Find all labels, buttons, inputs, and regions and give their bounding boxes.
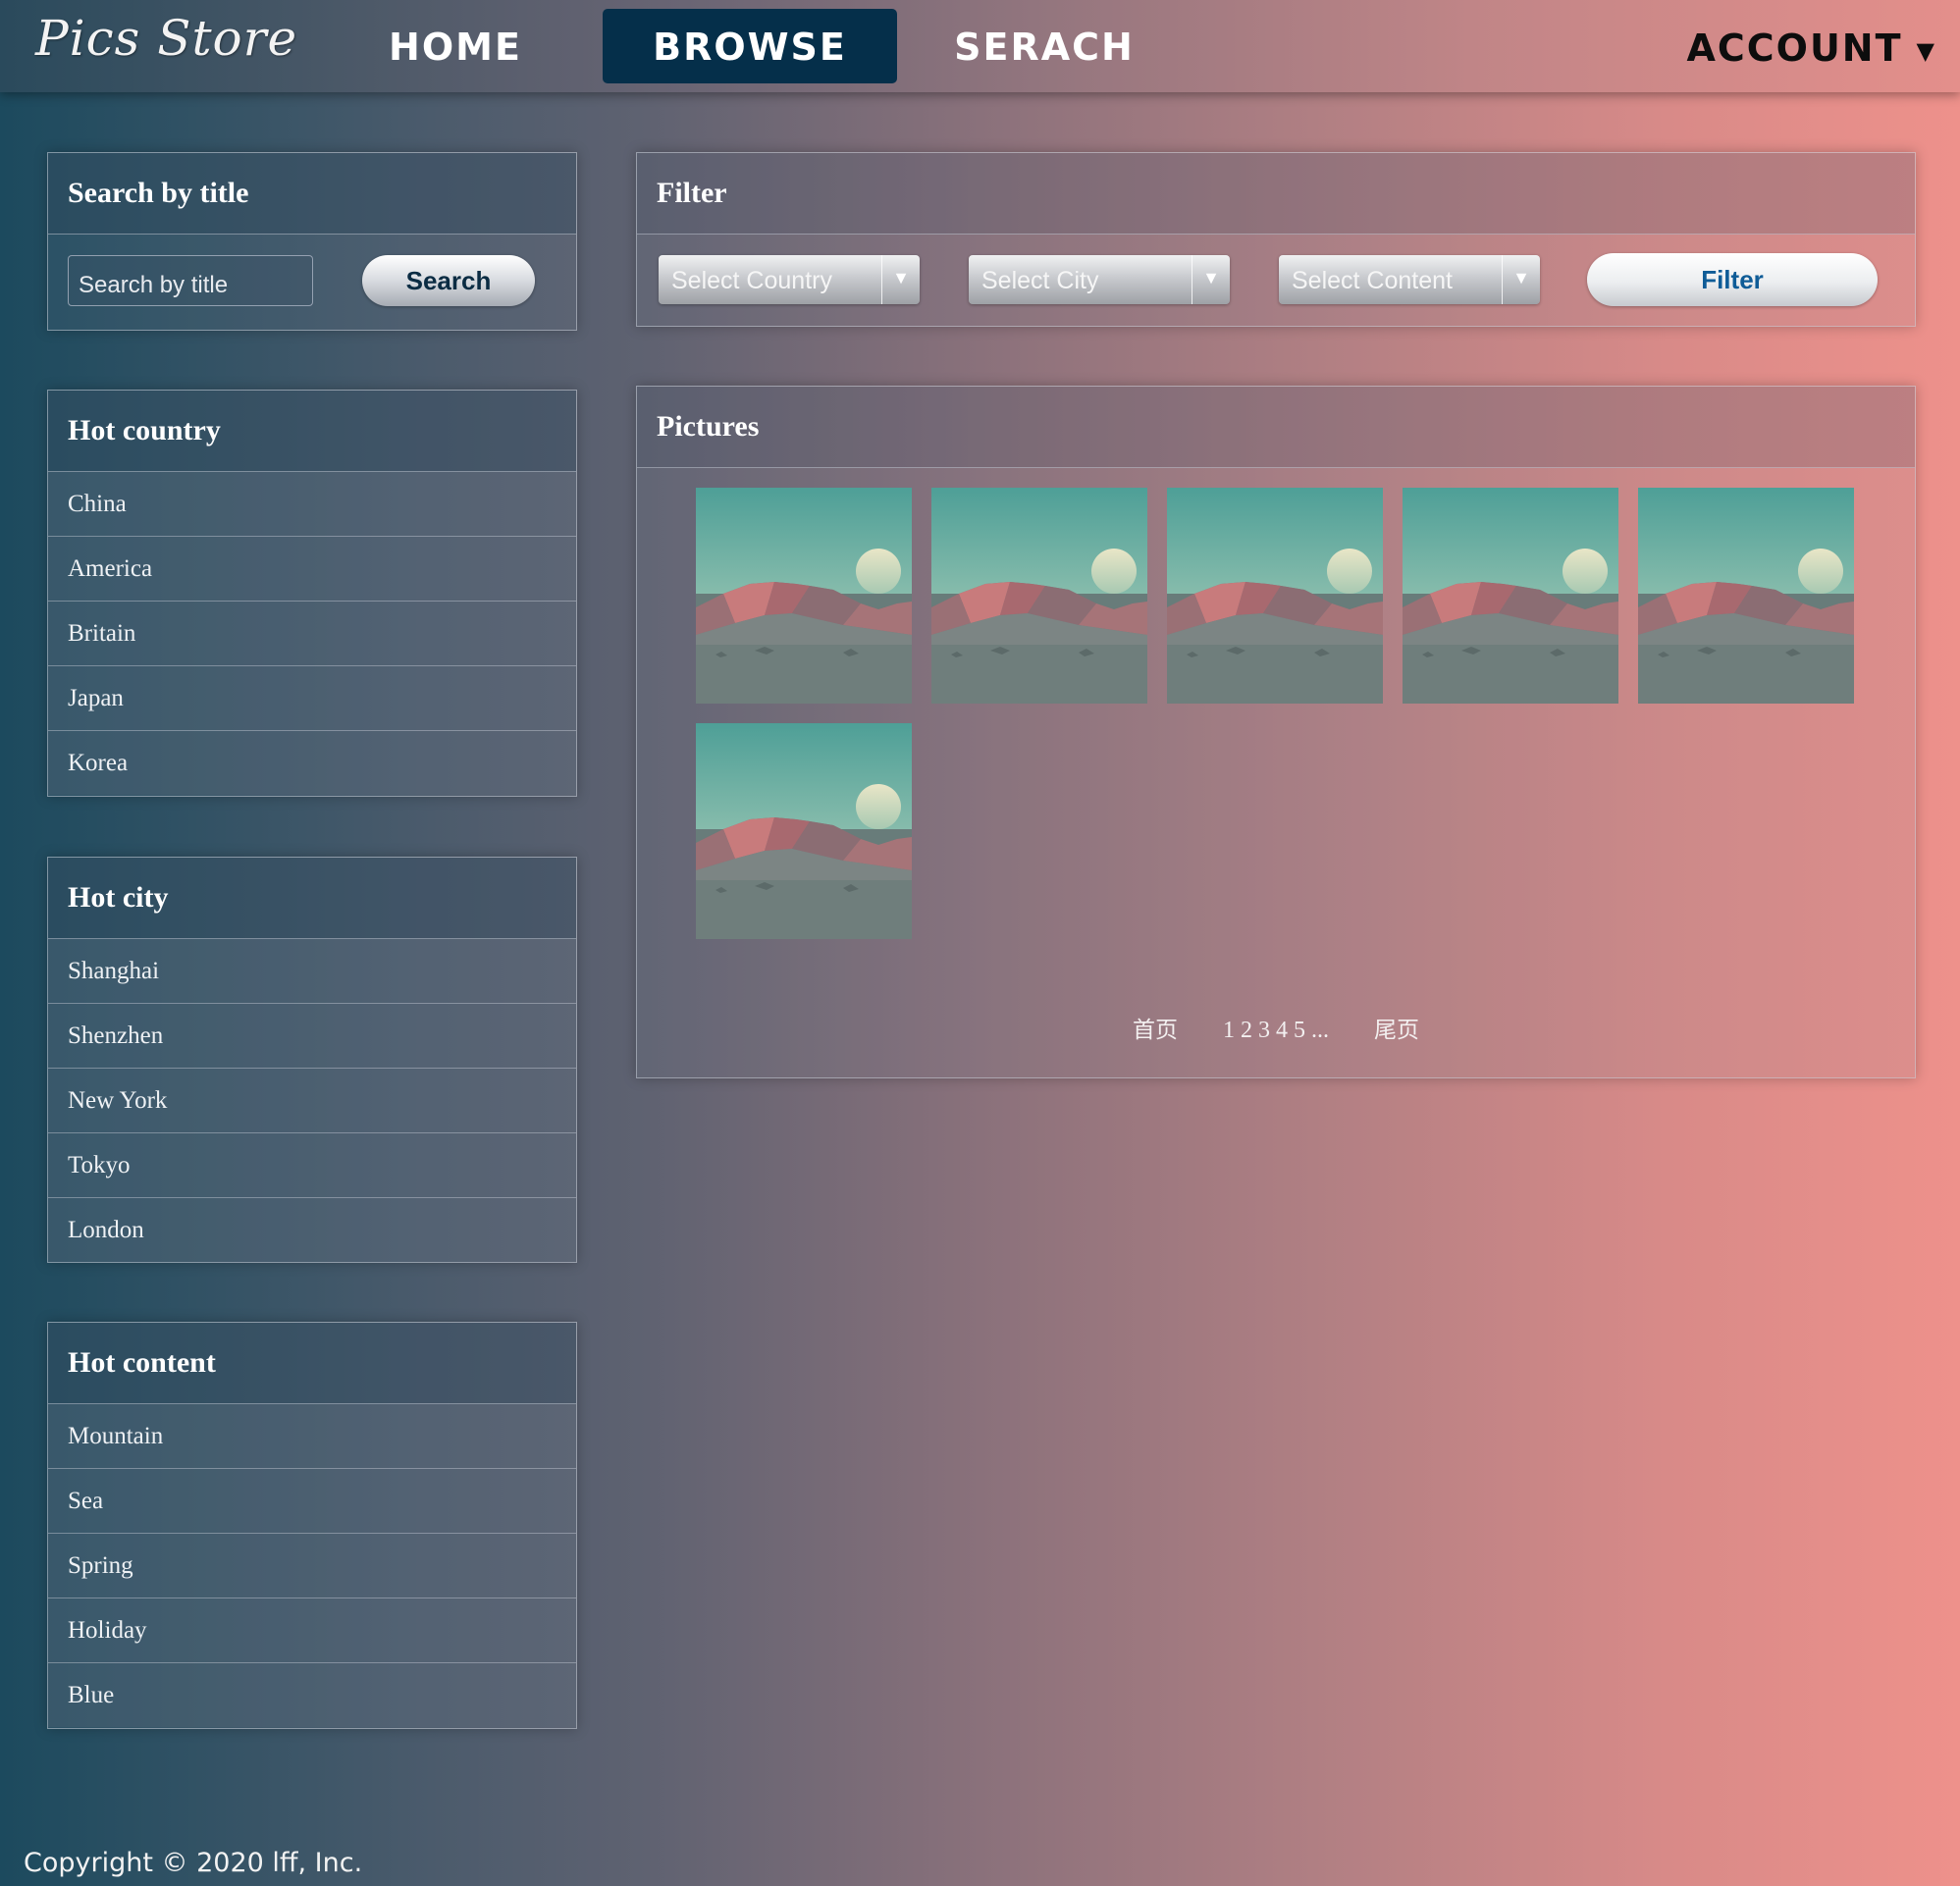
select-country[interactable]: Select Country ▼ xyxy=(659,255,920,304)
country-item[interactable]: Korea xyxy=(48,731,576,795)
dropdown-arrow-icon: ▼ xyxy=(881,255,920,304)
select-country-label: Select Country xyxy=(671,267,832,294)
picture-thumbnail[interactable] xyxy=(1638,488,1854,704)
hot-city-panel: Hot city Shanghai Shenzhen New York Toky… xyxy=(47,857,577,1263)
city-item[interactable]: Tokyo xyxy=(48,1133,576,1198)
picture-thumbnail[interactable] xyxy=(696,723,912,939)
mountain-landscape-image xyxy=(1638,488,1854,704)
filter-title: Filter xyxy=(637,153,1915,235)
content-item[interactable]: Blue xyxy=(48,1663,576,1727)
select-city-label: Select City xyxy=(981,267,1099,294)
account-label: ACCOUNT xyxy=(1686,26,1903,70)
search-button[interactable]: Search xyxy=(362,255,535,306)
pictures-title: Pictures xyxy=(637,387,1915,468)
content-item[interactable]: Sea xyxy=(48,1469,576,1534)
select-content-label: Select Content xyxy=(1292,267,1453,294)
search-panel: Search by title Search by title Search xyxy=(47,152,577,331)
city-item[interactable]: Shenzhen xyxy=(48,1004,576,1069)
mountain-landscape-image xyxy=(1167,488,1383,704)
country-item[interactable]: Britain xyxy=(48,602,576,666)
logo[interactable]: Pics Store xyxy=(35,10,297,67)
filter-panel: Filter Select Country ▼ Select City ▼ Se… xyxy=(636,152,1916,327)
mountain-landscape-image xyxy=(696,488,912,704)
search-panel-title: Search by title xyxy=(48,153,576,235)
hot-country-panel: Hot country China America Britain Japan … xyxy=(47,390,577,797)
pager-first[interactable]: 首页 xyxy=(1133,1018,1178,1043)
city-item[interactable]: Shanghai xyxy=(48,939,576,1004)
picture-thumbnail[interactable] xyxy=(1167,488,1383,704)
nav-home[interactable]: HOME xyxy=(377,9,534,83)
country-item[interactable]: Japan xyxy=(48,666,576,731)
dropdown-arrow-icon: ▼ xyxy=(1192,255,1230,304)
select-content[interactable]: Select Content ▼ xyxy=(1279,255,1540,304)
select-city[interactable]: Select City ▼ xyxy=(969,255,1230,304)
copyright: Copyright © 2020 lff, Inc. xyxy=(24,1848,363,1878)
search-input-placeholder: Search by title xyxy=(79,272,229,298)
mountain-landscape-image xyxy=(696,723,912,939)
hot-country-title: Hot country xyxy=(48,391,576,472)
content-item[interactable]: Mountain xyxy=(48,1404,576,1469)
pictures-panel: Pictures 首页 1 2 3 4 5 ... 尾页 xyxy=(636,386,1916,1078)
picture-thumbnail[interactable] xyxy=(931,488,1147,704)
hot-content-panel: Hot content Mountain Sea Spring Holiday … xyxy=(47,1322,577,1729)
content-item[interactable]: Holiday xyxy=(48,1598,576,1663)
mountain-landscape-image xyxy=(931,488,1147,704)
search-input[interactable]: Search by title xyxy=(68,255,313,306)
nav-search[interactable]: SERACH xyxy=(936,9,1152,83)
navbar: Pics Store HOME BROWSE SERACH ACCOUNT ▼ xyxy=(0,0,1960,92)
picture-thumbnail[interactable] xyxy=(696,488,912,704)
dropdown-arrow-icon: ▼ xyxy=(1502,255,1540,304)
city-item[interactable]: London xyxy=(48,1198,576,1262)
pager-pages[interactable]: 1 2 3 4 5 ... xyxy=(1223,1018,1329,1043)
city-item[interactable]: New York xyxy=(48,1069,576,1133)
country-item[interactable]: America xyxy=(48,537,576,602)
hot-city-title: Hot city xyxy=(48,858,576,939)
content-item[interactable]: Spring xyxy=(48,1534,576,1598)
mountain-landscape-image xyxy=(1403,488,1618,704)
pagination: 首页 1 2 3 4 5 ... 尾页 xyxy=(637,1011,1915,1044)
account-menu[interactable]: ACCOUNT ▼ xyxy=(1686,9,1936,83)
caret-down-icon: ▼ xyxy=(1916,36,1936,65)
hot-content-title: Hot content xyxy=(48,1323,576,1404)
pager-last[interactable]: 尾页 xyxy=(1374,1018,1419,1043)
nav-browse[interactable]: BROWSE xyxy=(603,9,897,83)
country-item[interactable]: China xyxy=(48,472,576,537)
picture-thumbnail[interactable] xyxy=(1403,488,1618,704)
filter-button[interactable]: Filter xyxy=(1587,253,1878,306)
